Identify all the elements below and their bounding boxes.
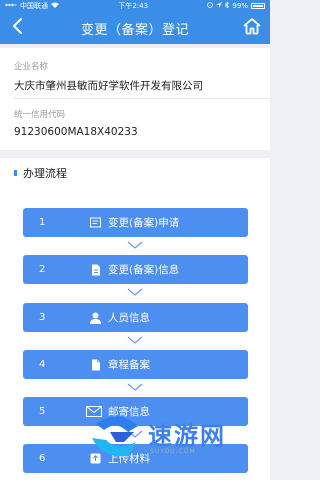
section-marker xyxy=(14,170,17,176)
step-number: 4 xyxy=(39,359,46,370)
back-arrow-icon xyxy=(12,18,24,38)
company-info-card: 企业名称 大庆市肇州县敏而好学软件开发有限公司 统一信用代码 91230600M… xyxy=(0,48,270,150)
back-button[interactable] xyxy=(6,16,30,40)
credit-code-value: 91230600MA18X40233 xyxy=(14,126,138,138)
step-number: 6 xyxy=(39,453,46,464)
wifi-icon xyxy=(51,2,59,10)
process-section-title: 办理流程 xyxy=(23,167,67,180)
file-icon xyxy=(89,358,102,371)
battery-percent: 99% xyxy=(232,2,248,10)
page-title: 变更（备案）登记 xyxy=(80,22,189,38)
step-3-button[interactable]: 3 人员信息 xyxy=(23,303,248,332)
step-label: 变更(备案)申请 xyxy=(108,217,180,229)
navigation-bar: 变更（备案）登记 xyxy=(0,12,270,44)
chevron-down-icon xyxy=(127,288,143,296)
step-number: 1 xyxy=(39,217,46,228)
document-icon xyxy=(89,263,102,276)
step-number: 2 xyxy=(39,264,46,275)
step-4-button[interactable]: 4 章程备案 xyxy=(23,350,248,379)
step-label: 上传材料 xyxy=(108,453,150,465)
signal-icon xyxy=(5,2,17,10)
carrier-name: 中国联通 xyxy=(20,2,48,10)
credit-code-label: 统一信用代码 xyxy=(14,110,66,120)
battery-icon xyxy=(250,3,265,9)
step-label: 邮寄信息 xyxy=(108,406,150,418)
bluetooth-icon xyxy=(225,1,230,10)
step-number: 5 xyxy=(39,406,46,417)
location-icon xyxy=(216,2,223,10)
home-icon xyxy=(242,17,262,39)
status-time: 下午2:43 xyxy=(118,2,149,10)
step-label: 人员信息 xyxy=(108,312,150,324)
upload-icon xyxy=(89,452,102,465)
step-number: 3 xyxy=(39,312,46,323)
person-icon xyxy=(89,311,102,324)
step-label: 章程备案 xyxy=(108,359,150,371)
step-6-button[interactable]: 6 上传材料 xyxy=(23,444,248,473)
info-divider xyxy=(14,98,270,99)
step-1-button[interactable]: 1 变更(备案)申请 xyxy=(23,208,248,237)
step-label: 变更(备案)信息 xyxy=(108,264,180,276)
home-button[interactable] xyxy=(240,16,264,40)
step-2-button[interactable]: 2 变更(备案)信息 xyxy=(23,255,248,284)
step-5-button[interactable]: 5 邮寄信息 xyxy=(23,397,248,426)
process-section-header: 办理流程 xyxy=(0,158,270,188)
company-name-label: 企业名称 xyxy=(14,62,49,72)
alarm-icon xyxy=(207,2,214,10)
chevron-down-icon xyxy=(127,336,143,344)
chevron-down-icon xyxy=(127,241,143,249)
company-name-value: 大庆市肇州县敏而好学软件开发有限公司 xyxy=(14,80,203,92)
chevron-down-icon xyxy=(127,430,143,438)
chevron-down-icon xyxy=(127,383,143,391)
form-icon xyxy=(89,216,102,229)
process-flow: 1 变更(备案)申请 2 变更(备案)信息 3 人员信息 4 章程备案 5 邮寄… xyxy=(0,188,270,480)
status-bar: 中国联通 下午2:43 99% xyxy=(0,0,270,12)
mail-icon xyxy=(85,405,103,418)
